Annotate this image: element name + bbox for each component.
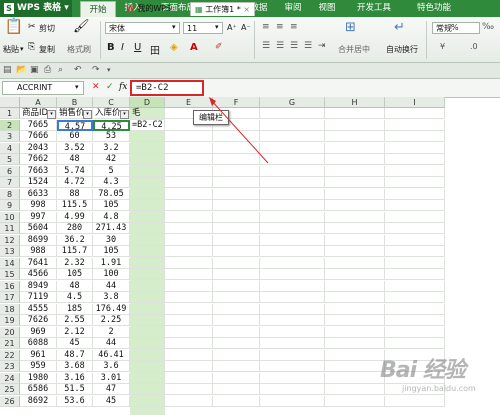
watermark-text: Bai 经验: [380, 358, 466, 383]
watermark-url: jingyan.baidu.com: [402, 384, 476, 393]
annotation-arrow-line: [210, 99, 269, 164]
watermark: Bai 经验 jingyan.baidu.com: [380, 352, 495, 402]
